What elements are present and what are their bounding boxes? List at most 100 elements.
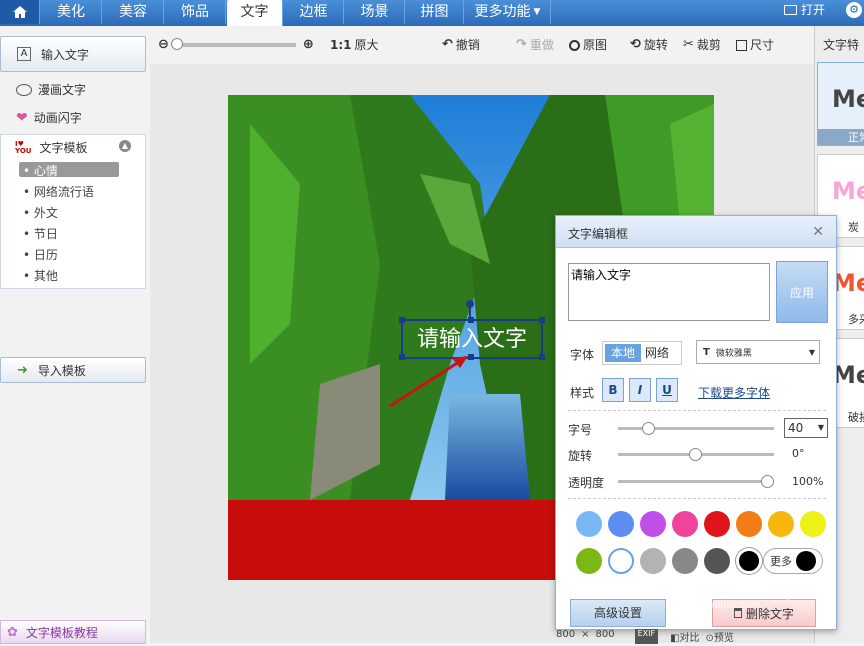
tab-beautify[interactable]: 美化	[41, 0, 102, 24]
toolbar: ⊖ ⊕ 1:1 原大 ↶ 撤销 ↷ 重做 原图 ⟲ 旋转 ✂ 裁剪 尺寸	[150, 26, 814, 64]
exif-button[interactable]: EXIF	[634, 629, 659, 644]
download-fonts-link[interactable]: 下载更多字体	[698, 384, 770, 401]
home-button[interactable]	[0, 0, 40, 24]
effect-thumb-normal[interactable]: Me 正常	[817, 62, 864, 146]
original-size-label: 原大	[354, 38, 379, 52]
rotate-slider-handle[interactable]	[689, 448, 702, 461]
template-title: 文字模板	[39, 141, 88, 155]
animated-text-item[interactable]: ❤ 动画闪字	[16, 109, 82, 126]
zoom-out-icon[interactable]: ⊖	[158, 26, 169, 64]
underline-button[interactable]: U	[656, 378, 678, 402]
chevron-down-icon: ▼	[817, 423, 824, 432]
top-nav: 美化 美容 饰品 文字 边框 场景 拼图 更多功能 ▼ 打开 ⚙	[0, 0, 864, 26]
comic-text-label: 漫画文字	[38, 83, 87, 97]
speech-bubble-icon	[16, 83, 32, 96]
original-label: 原图	[583, 38, 608, 52]
color-swatch[interactable]	[800, 511, 826, 537]
color-swatch[interactable]	[608, 511, 634, 537]
template-header[interactable]: I♥ YOU 文字模板	[15, 139, 87, 156]
font-local-tab[interactable]: 本地	[605, 344, 641, 362]
actual-size-button[interactable]: 1:1 原大	[330, 26, 379, 64]
color-swatch[interactable]	[576, 511, 602, 537]
font-size-select[interactable]: 40 ▼	[784, 418, 828, 438]
chevron-down-icon: ▼	[808, 347, 815, 357]
advanced-settings-button[interactable]: 高级设置	[570, 599, 666, 627]
color-swatch[interactable]	[768, 511, 794, 537]
tab-border[interactable]: 边框	[284, 0, 344, 24]
times-sign: ×	[581, 629, 590, 640]
redo-button[interactable]: ↷ 重做	[516, 26, 554, 64]
opacity-slider-handle[interactable]	[761, 475, 774, 488]
image-width: 800	[556, 629, 576, 640]
rotate-label: 旋转	[568, 449, 593, 463]
i-love-you-icon: I♥ YOU	[15, 139, 32, 155]
comic-text-item[interactable]: 漫画文字	[16, 81, 86, 98]
apply-button[interactable]: 应用	[776, 261, 828, 323]
redo-label: 重做	[529, 38, 554, 52]
color-swatch[interactable]	[608, 548, 634, 574]
left-panel: A 输入文字 漫画文字 ❤ 动画闪字 I♥ YOU 文字模板 ▲ • 心情 • 网…	[0, 26, 150, 644]
zoom-in-icon[interactable]: ⊕	[303, 26, 314, 64]
text-input-area[interactable]: 请输入文字	[568, 263, 770, 321]
font-icon: T	[703, 346, 710, 358]
preview-button[interactable]: ⊙预览	[706, 629, 734, 644]
import-template-button[interactable]: ➜ 导入模板	[0, 357, 146, 383]
settings-icon[interactable]: ⚙	[846, 2, 862, 18]
template-category-calendar[interactable]: • 日历	[23, 246, 58, 263]
original-button[interactable]: 原图	[569, 26, 607, 64]
preview-label: 预览	[713, 633, 734, 644]
bold-button[interactable]: B	[602, 378, 624, 402]
font-size-slider-handle[interactable]	[642, 422, 655, 435]
chevron-down-icon: ▼	[533, 7, 541, 17]
more-colors-label: 更多	[770, 555, 792, 568]
tab-scene[interactable]: 场景	[345, 0, 405, 24]
template-tutorial-link[interactable]: ✿ 文字模板教程	[0, 620, 146, 644]
tab-collage[interactable]: 拼图	[406, 0, 464, 24]
effect-thumb-caption: 正常	[818, 129, 864, 145]
image-height: 800	[595, 629, 615, 640]
effect-thumb-text: Me	[832, 177, 864, 205]
crop-button[interactable]: ✂ 裁剪	[683, 26, 721, 64]
undo-button[interactable]: ↶ 撤销	[442, 26, 480, 64]
tutorial-label: 文字模板教程	[25, 625, 98, 640]
template-category-foreign[interactable]: • 外文	[23, 204, 58, 221]
collapse-icon[interactable]: ▲	[119, 140, 131, 152]
dialog-titlebar: 文字编辑框 ✕	[556, 216, 836, 248]
template-category-slang[interactable]: • 网络流行语	[23, 183, 94, 200]
tab-beauty[interactable]: 美容	[103, 0, 164, 24]
color-swatch[interactable]	[704, 511, 730, 537]
opacity-value: 100%	[792, 475, 824, 488]
font-network-tab[interactable]: 网络	[645, 344, 669, 362]
italic-button[interactable]: I	[629, 378, 651, 402]
input-text-button[interactable]: A 输入文字	[0, 36, 146, 72]
font-select[interactable]: T 微软雅黑 ▼	[696, 340, 820, 364]
tab-text[interactable]: 文字	[227, 0, 283, 26]
rotate-button[interactable]: ⟲ 旋转	[630, 26, 668, 64]
color-swatch[interactable]	[672, 511, 698, 537]
zoom-slider-handle[interactable]	[170, 38, 183, 50]
compare-button[interactable]: ◧对比	[670, 629, 699, 644]
open-button[interactable]: 打开	[784, 0, 825, 20]
tab-accessories[interactable]: 饰品	[165, 0, 226, 24]
color-swatch[interactable]	[640, 548, 666, 574]
template-category-mood[interactable]: • 心情	[23, 162, 58, 179]
heart-icon: ❤	[16, 109, 28, 126]
font-size-slider[interactable]	[618, 422, 774, 435]
template-category-holiday[interactable]: • 节日	[23, 225, 58, 242]
input-text-label: 输入文字	[41, 47, 90, 62]
template-category-other[interactable]: • 其他	[23, 267, 58, 284]
status-bar: 800 × 800 EXIF ◧对比 ⊙预览	[556, 629, 734, 644]
opacity-slider[interactable]	[618, 475, 774, 488]
color-swatch[interactable]	[640, 511, 666, 537]
color-swatch[interactable]	[576, 548, 602, 574]
canvas-overlay-text[interactable]: 请输入文字	[417, 327, 527, 352]
rotate-slider[interactable]	[618, 448, 774, 461]
zoom-slider[interactable]	[170, 38, 296, 50]
resize-button[interactable]: 尺寸	[736, 26, 774, 64]
close-icon[interactable]: ✕	[812, 224, 824, 240]
color-swatch[interactable]	[736, 511, 762, 537]
tab-more-features[interactable]: 更多功能 ▼	[465, 0, 551, 24]
animated-text-label: 动画闪字	[33, 111, 82, 125]
undo-icon: ↶	[442, 37, 453, 52]
redo-icon: ↷	[516, 37, 527, 52]
